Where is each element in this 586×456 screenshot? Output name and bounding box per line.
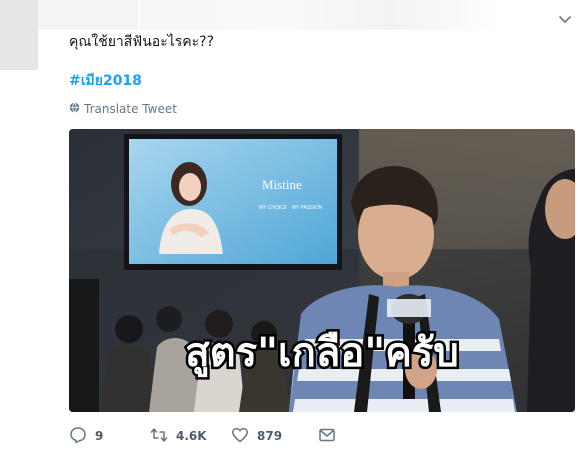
like-button[interactable]: 879 [231,426,318,447]
tweet-text: คุณใช้ยาสีฟันอะไรคะ?? [69,34,215,50]
blurred-avatar [0,0,38,70]
reply-button[interactable]: 9 [69,426,150,447]
blurred-username [38,0,138,30]
tweet-actions: 9 4.6K 879 [69,426,338,446]
hashtag-link[interactable]: #เมีย2018 [69,72,142,90]
envelope-icon [318,426,336,447]
tweet-media-image[interactable]: Mistine MY CHOICE · MY PASSION สูตร"เกลื… [69,129,575,412]
direct-message-button[interactable] [318,426,338,447]
translate-label: Translate Tweet [84,102,177,116]
image-caption: สูตร"เกลือ"ครับ [185,330,459,377]
blurred-header [0,0,500,70]
globe-icon [69,102,80,116]
retweet-button[interactable]: 4.6K [150,426,231,447]
like-count: 879 [257,429,283,443]
retweet-icon [150,426,168,447]
heart-icon [231,426,249,447]
translate-tweet-link[interactable]: Translate Tweet [69,101,177,117]
reply-count: 9 [95,429,104,443]
retweet-count: 4.6K [176,429,207,443]
blurred-handle [140,0,500,30]
media-scene: Mistine MY CHOICE · MY PASSION สูตร"เกลื… [69,129,575,412]
reply-icon [69,426,87,447]
chevron-down-icon[interactable] [557,12,573,28]
billboard-tagline: MY CHOICE · MY PASSION [259,205,323,211]
billboard-brand: Mistine [262,177,302,192]
